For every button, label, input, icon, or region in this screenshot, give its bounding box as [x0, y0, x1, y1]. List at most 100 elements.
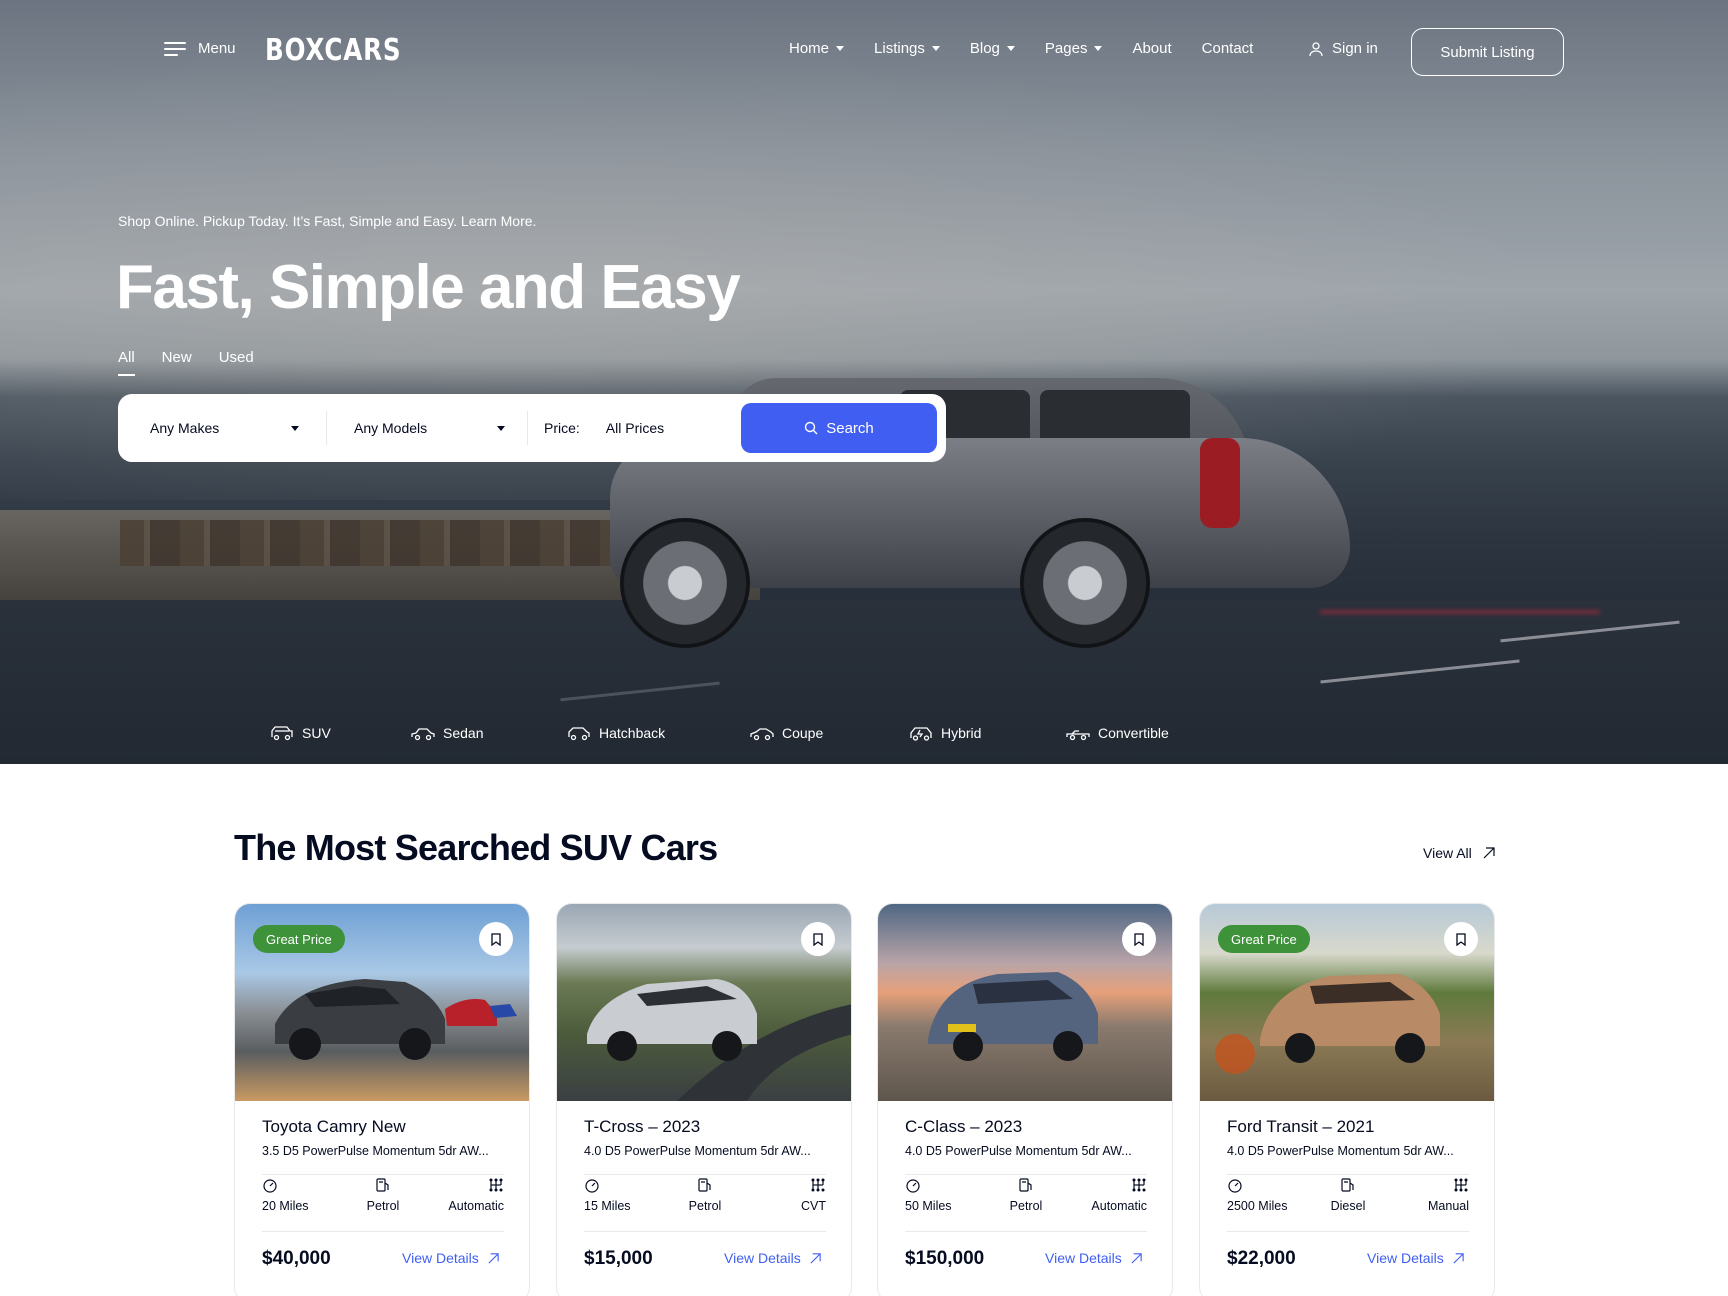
great-price-badge: Great Price [1218, 925, 1310, 953]
nav-pages[interactable]: Pages [1045, 40, 1103, 57]
arrow-up-right-icon [1131, 1252, 1142, 1264]
tab-used[interactable]: Used [219, 349, 254, 376]
category-coupe[interactable]: Coupe [750, 724, 909, 742]
view-details-link[interactable]: View Details [402, 1250, 500, 1266]
sign-in-label: Sign in [1332, 40, 1378, 57]
gearbox-icon [489, 1178, 503, 1192]
bookmark-button[interactable] [801, 922, 835, 956]
hero: Menu BOXCARS Home Listings Blog Pages Ab… [0, 0, 1728, 764]
car-price: $40,000 [262, 1248, 331, 1269]
nav-contact[interactable]: Contact [1202, 40, 1254, 57]
arrow-up-right-icon [488, 1252, 499, 1264]
car-specs: 50 Miles Petrol Automatic [905, 1174, 1147, 1232]
models-select[interactable]: Any Models [327, 394, 527, 462]
submit-listing-button[interactable]: Submit Listing [1411, 28, 1564, 76]
coupe-icon [750, 728, 774, 741]
fuel-pump-icon [698, 1178, 711, 1192]
car-subtitle: 4.0 D5 PowerPulse Momentum 5dr AW... [1227, 1144, 1454, 1158]
view-all-link[interactable]: View All [1423, 845, 1496, 861]
hatchback-icon [568, 727, 590, 741]
car-card[interactable]: Great Price Toyota Camry New 3.5 D5 Powe… [234, 903, 530, 1296]
spec-transmission: CVT [756, 1177, 826, 1231]
car-specs: 15 Miles Petrol CVT [584, 1174, 826, 1232]
tab-all[interactable]: All [118, 349, 135, 376]
car-specs: 20 Miles Petrol Automatic [262, 1174, 504, 1232]
great-price-badge: Great Price [253, 925, 345, 953]
category-hybrid[interactable]: Hybrid [909, 724, 1066, 742]
bookmark-icon [1134, 932, 1144, 946]
body-type-list: SUV Sedan Hatchback Coupe Hybrid Convert… [270, 724, 1206, 742]
main-nav: Home Listings Blog Pages About Contact [789, 40, 1253, 57]
spec-mileage: 20 Miles [262, 1177, 332, 1231]
nav-listings[interactable]: Listings [874, 40, 940, 57]
sedan-icon [411, 728, 435, 741]
hero-subtitle: Shop Online. Pickup Today. It’s Fast, Si… [118, 213, 537, 229]
car-title[interactable]: C-Class – 2023 [905, 1117, 1022, 1137]
car-title[interactable]: Toyota Camry New [262, 1117, 406, 1137]
view-details-link[interactable]: View Details [1045, 1250, 1143, 1266]
caret-down-icon [931, 46, 940, 51]
car-card[interactable]: T-Cross – 2023 4.0 D5 PowerPulse Momentu… [556, 903, 852, 1296]
menu-toggle[interactable]: Menu [164, 40, 236, 57]
spec-transmission: Automatic [434, 1177, 504, 1231]
nav-home[interactable]: Home [789, 40, 845, 57]
car-title[interactable]: Ford Transit – 2021 [1227, 1117, 1374, 1137]
menu-label: Menu [198, 40, 236, 57]
category-convertible[interactable]: Convertible [1066, 724, 1206, 742]
view-details-link[interactable]: View Details [724, 1250, 822, 1266]
tab-new[interactable]: New [162, 349, 192, 376]
caret-down-icon [1006, 46, 1015, 51]
car-image[interactable] [878, 904, 1172, 1101]
category-sedan[interactable]: Sedan [411, 724, 567, 742]
logo[interactable]: BOXCARS [265, 33, 401, 68]
speedometer-icon [585, 1179, 599, 1193]
user-icon [1309, 41, 1323, 56]
gearbox-icon [1132, 1178, 1146, 1192]
models-value: Any Models [354, 420, 428, 436]
search-label: Search [826, 419, 874, 437]
caret-down-icon [836, 46, 845, 51]
category-label: Convertible [1098, 725, 1169, 741]
bookmark-button[interactable] [1122, 922, 1156, 956]
arrow-up-right-icon [1483, 847, 1495, 859]
category-hatchback[interactable]: Hatchback [567, 724, 750, 742]
view-details-link[interactable]: View Details [1367, 1250, 1465, 1266]
car-card[interactable]: Great Price Ford Transit – 2021 4.0 D5 P… [1199, 903, 1495, 1296]
car-price: $15,000 [584, 1248, 653, 1269]
car-image[interactable]: Great Price [235, 904, 529, 1101]
bookmark-icon [491, 932, 501, 946]
caret-down-icon [291, 426, 299, 431]
fuel-pump-icon [1341, 1178, 1354, 1192]
price-label: Price: [544, 420, 580, 436]
sign-in-link[interactable]: Sign in [1308, 40, 1378, 57]
spec-mileage: 15 Miles [584, 1177, 654, 1231]
car-card[interactable]: C-Class – 2023 4.0 D5 PowerPulse Momentu… [877, 903, 1173, 1296]
car-title[interactable]: T-Cross – 2023 [584, 1117, 700, 1137]
spec-mileage: 50 Miles [905, 1177, 975, 1231]
price-select[interactable]: Price: All Prices [528, 394, 728, 462]
nav-blog[interactable]: Blog [970, 40, 1015, 57]
car-image[interactable] [557, 904, 851, 1101]
spec-fuel: Diesel [1313, 1177, 1383, 1231]
bookmark-icon [813, 932, 823, 946]
spec-fuel: Petrol [991, 1177, 1061, 1231]
category-label: Coupe [782, 725, 824, 741]
bookmark-button[interactable] [1444, 922, 1478, 956]
makes-value: Any Makes [150, 420, 220, 436]
makes-select[interactable]: Any Makes [118, 394, 326, 462]
car-image[interactable]: Great Price [1200, 904, 1494, 1101]
speedometer-icon [1228, 1179, 1242, 1193]
car-subtitle: 3.5 D5 PowerPulse Momentum 5dr AW... [262, 1144, 489, 1158]
nav-about[interactable]: About [1132, 40, 1171, 57]
category-label: Hybrid [941, 725, 982, 741]
condition-tabs: All New Used [118, 349, 254, 376]
car-subtitle: 4.0 D5 PowerPulse Momentum 5dr AW... [905, 1144, 1132, 1158]
spec-mileage: 2500 Miles [1227, 1177, 1297, 1231]
fuel-pump-icon [1019, 1178, 1032, 1192]
category-suv[interactable]: SUV [270, 724, 411, 742]
spec-transmission: Automatic [1077, 1177, 1147, 1231]
hamburger-icon [164, 41, 186, 56]
bookmark-button[interactable] [479, 922, 513, 956]
search-button[interactable]: Search [741, 403, 937, 453]
caret-down-icon [1094, 46, 1103, 51]
